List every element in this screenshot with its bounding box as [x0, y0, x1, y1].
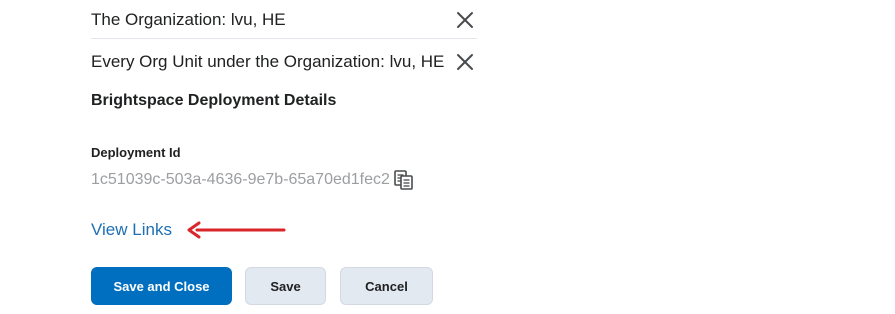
cancel-button[interactable]: Cancel	[340, 267, 433, 305]
copy-deployment-id-button[interactable]	[391, 167, 417, 193]
org-unit-label: Every Org Unit under the Organization: l…	[91, 52, 445, 71]
section-heading: Brightspace Deployment Details	[91, 92, 337, 109]
remove-org-unit-button[interactable]	[453, 8, 477, 32]
page: The Organization: lvu, HE Every Org Unit…	[0, 0, 895, 314]
annotation-arrow	[187, 221, 286, 239]
org-unit-label: The Organization: lvu, HE	[91, 10, 286, 29]
copy-icon	[394, 170, 413, 190]
deployment-id-row: 1c51039c-503a-4636-9e7b-65a70ed1fec2	[91, 167, 417, 193]
org-unit-row: The Organization: lvu, HE	[91, 2, 477, 39]
close-icon	[457, 12, 473, 28]
save-and-close-button[interactable]: Save and Close	[91, 267, 232, 305]
save-button[interactable]: Save	[245, 267, 326, 305]
view-links-link[interactable]: View Links	[91, 220, 172, 240]
org-unit-row: Every Org Unit under the Organization: l…	[91, 44, 477, 80]
close-icon	[457, 54, 473, 70]
remove-org-unit-button[interactable]	[453, 50, 477, 74]
deployment-id-value: 1c51039c-503a-4636-9e7b-65a70ed1fec2	[91, 171, 390, 188]
deployment-id-label: Deployment Id	[91, 145, 181, 160]
